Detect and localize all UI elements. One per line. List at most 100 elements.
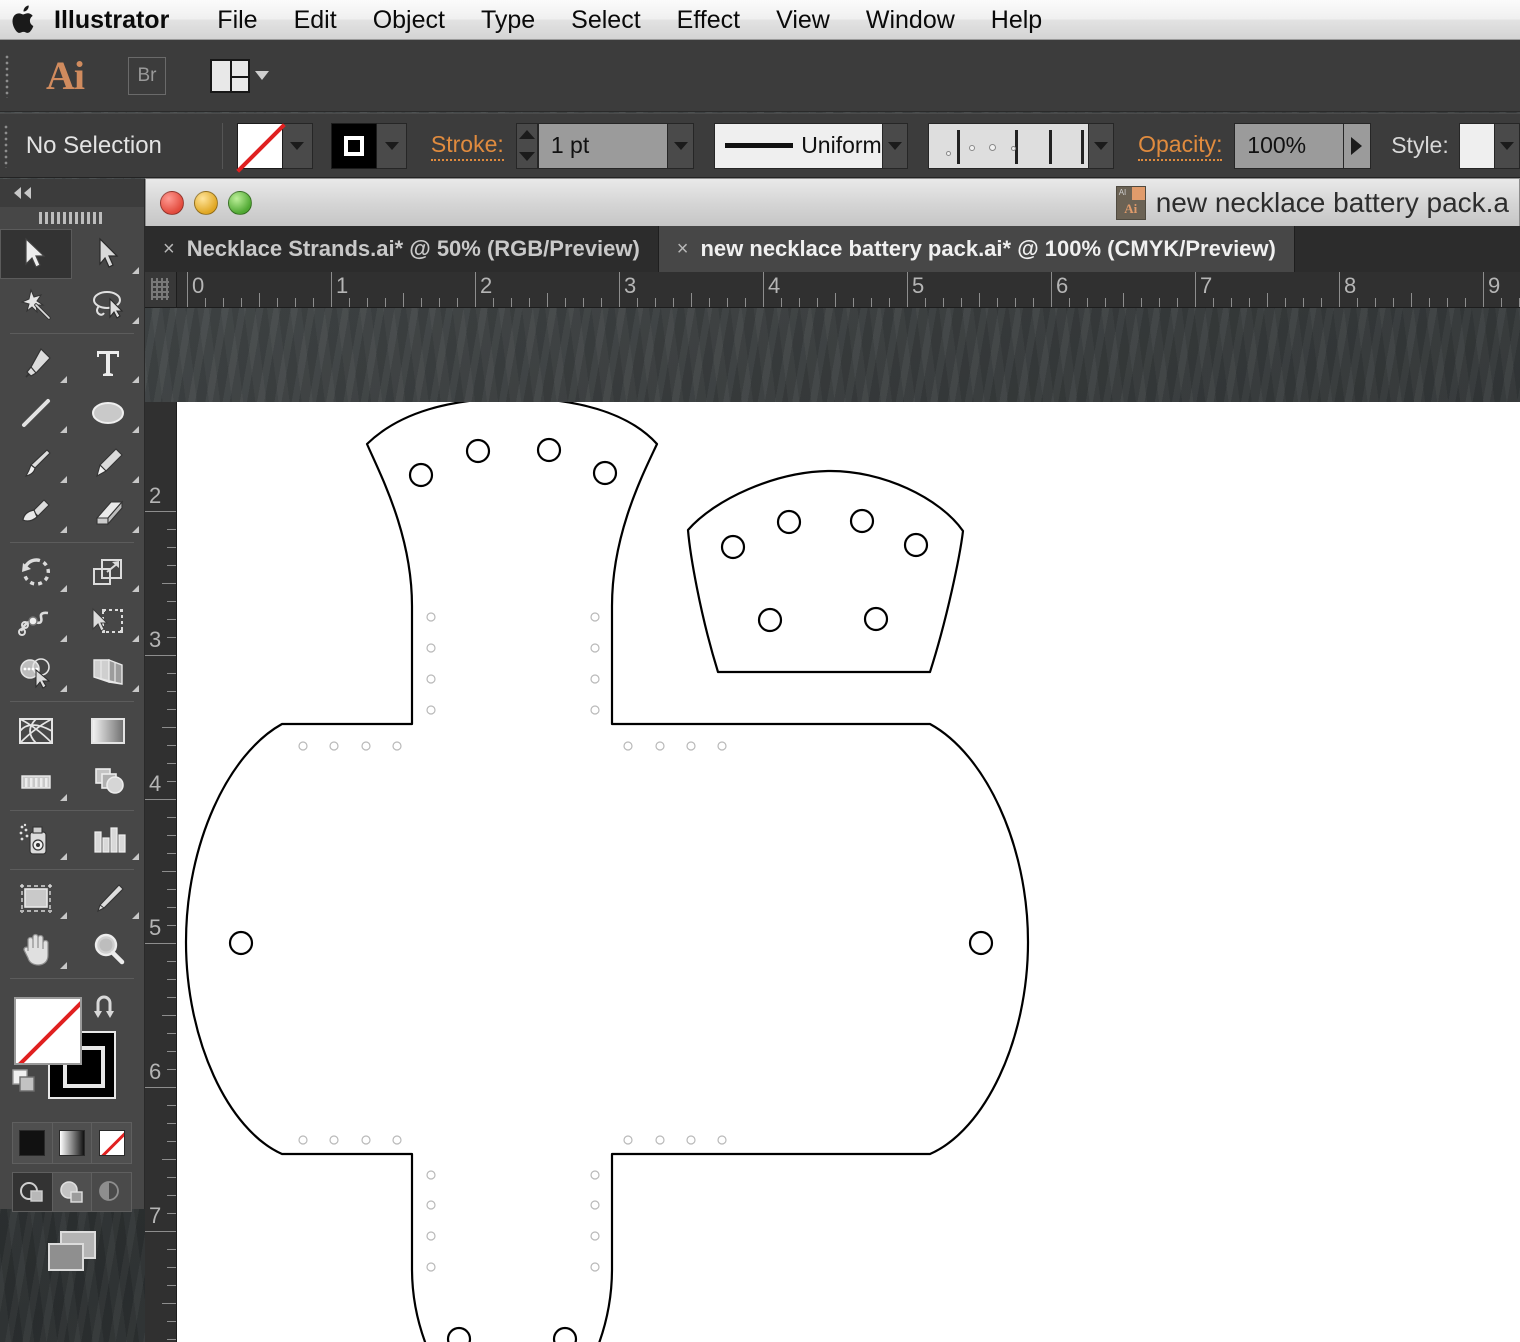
- menu-view[interactable]: View: [758, 0, 848, 40]
- scale-tool[interactable]: [72, 547, 144, 597]
- menu-type[interactable]: Type: [463, 0, 553, 40]
- menu-file[interactable]: File: [199, 0, 275, 40]
- direct-selection-tool[interactable]: [72, 229, 144, 279]
- collapse-panel-button[interactable]: [0, 179, 144, 207]
- symbol-sprayer-tool[interactable]: [0, 815, 72, 865]
- eraser-tool[interactable]: [72, 488, 144, 538]
- zoom-tool[interactable]: [72, 924, 144, 974]
- tab-new-necklace-battery-pack[interactable]: × new necklace battery pack.ai* @ 100% (…: [659, 226, 1295, 272]
- ruler-subtick: [167, 745, 176, 746]
- brush-definition-dropdown-button[interactable]: [1089, 123, 1114, 169]
- stepper-down-icon[interactable]: [519, 152, 535, 161]
- ruler-subtick: [167, 547, 176, 548]
- trapezoid-lid-shape[interactable]: [688, 471, 963, 672]
- ruler-origin-corner[interactable]: [145, 272, 177, 308]
- ruler-subtick: [162, 1015, 176, 1016]
- paintbrush-tool[interactable]: [0, 438, 72, 488]
- apple-logo-icon[interactable]: [0, 5, 46, 35]
- change-screen-mode-button[interactable]: [0, 1226, 144, 1276]
- hand-tool[interactable]: [0, 924, 72, 974]
- blob-brush-tool[interactable]: [0, 488, 72, 538]
- stroke-weight-dropdown-button[interactable]: [668, 123, 693, 169]
- horizontal-ruler[interactable]: 0123456789: [177, 272, 1520, 308]
- appbar-grip[interactable]: [0, 40, 14, 111]
- ruler-subtick: [1303, 298, 1304, 307]
- close-icon[interactable]: ×: [677, 238, 689, 261]
- eyedropper-tool[interactable]: [0, 756, 72, 806]
- blend-tool[interactable]: [72, 756, 144, 806]
- tools-panel-grip[interactable]: [0, 207, 144, 229]
- draw-behind-button[interactable]: [53, 1173, 93, 1211]
- mesh-tool[interactable]: [0, 706, 72, 756]
- brush-definition-preview[interactable]: [928, 123, 1089, 169]
- rotate-tool[interactable]: [0, 547, 72, 597]
- minimize-button[interactable]: [194, 191, 218, 215]
- stepper-up-icon[interactable]: [519, 130, 535, 139]
- stroke-weight-stepper[interactable]: [516, 123, 538, 169]
- color-mode-button[interactable]: [13, 1123, 53, 1163]
- close-button[interactable]: [160, 191, 184, 215]
- slice-tool[interactable]: [72, 874, 144, 924]
- selection-tool[interactable]: [0, 229, 72, 279]
- menu-edit[interactable]: Edit: [276, 0, 355, 40]
- vertical-ruler[interactable]: 234567: [145, 402, 177, 1342]
- type-tool[interactable]: [72, 338, 144, 388]
- default-fill-stroke-icon[interactable]: [12, 1069, 40, 1100]
- lasso-tool[interactable]: [72, 279, 144, 329]
- menu-window[interactable]: Window: [848, 0, 973, 40]
- free-transform-tool[interactable]: [72, 597, 144, 647]
- ellipse-tool[interactable]: [72, 388, 144, 438]
- graphic-style-dropdown-button[interactable]: [1495, 123, 1520, 169]
- stroke-label[interactable]: Stroke:: [431, 131, 504, 161]
- draw-normal-button[interactable]: [13, 1173, 53, 1211]
- close-icon[interactable]: ×: [163, 238, 175, 261]
- artboard-canvas[interactable]: [177, 402, 1520, 1342]
- pen-tool[interactable]: [0, 338, 72, 388]
- stroke-swatch-group[interactable]: [331, 123, 407, 169]
- stroke-swatch[interactable]: [331, 123, 377, 169]
- draw-inside-button[interactable]: [92, 1173, 131, 1211]
- graphic-style-swatch[interactable]: [1459, 123, 1495, 169]
- fill-dropdown-button[interactable]: [283, 123, 313, 169]
- ruler-subtick: [167, 1267, 176, 1268]
- shape-builder-tool[interactable]: [0, 647, 72, 697]
- pencil-tool[interactable]: [72, 438, 144, 488]
- arrange-documents-button[interactable]: [210, 59, 269, 93]
- chevron-down-icon: [255, 71, 269, 80]
- fill-proxy-swatch[interactable]: [14, 997, 82, 1065]
- opacity-field[interactable]: 100%: [1234, 123, 1344, 169]
- tab-necklace-strands[interactable]: × Necklace Strands.ai* @ 50% (RGB/Previe…: [145, 226, 659, 272]
- width-profile-select[interactable]: Uniform: [714, 123, 883, 169]
- perspective-grid-tool[interactable]: [72, 647, 144, 697]
- ruler-subtick: [565, 298, 566, 307]
- document-title-bar[interactable]: AIAi new necklace battery pack.a: [145, 178, 1520, 226]
- bridge-button[interactable]: Br: [128, 57, 166, 95]
- none-mode-button[interactable]: [92, 1123, 131, 1163]
- ruler-subtick: [167, 673, 176, 674]
- stroke-dropdown-button[interactable]: [377, 123, 407, 169]
- menu-help[interactable]: Help: [973, 0, 1060, 40]
- menu-effect[interactable]: Effect: [659, 0, 758, 40]
- magic-wand-tool[interactable]: [0, 279, 72, 329]
- width-tool[interactable]: [0, 597, 72, 647]
- color-mode-buttons: [12, 1122, 132, 1164]
- ruler-subtick: [1087, 298, 1088, 307]
- fill-swatch[interactable]: [237, 123, 283, 169]
- gradient-tool[interactable]: [72, 706, 144, 756]
- menu-illustrator[interactable]: Illustrator: [46, 0, 199, 40]
- artboard-tool[interactable]: [0, 874, 72, 924]
- swap-fill-stroke-icon[interactable]: [92, 995, 126, 1026]
- controlbar-grip[interactable]: [0, 114, 12, 177]
- column-graph-tool[interactable]: [72, 815, 144, 865]
- stroke-weight-field[interactable]: 1 pt: [538, 123, 669, 169]
- fill-swatch-group[interactable]: [237, 123, 313, 169]
- menu-object[interactable]: Object: [355, 0, 463, 40]
- gradient-mode-button[interactable]: [53, 1123, 93, 1163]
- line-segment-tool[interactable]: [0, 388, 72, 438]
- zoom-button[interactable]: [228, 191, 252, 215]
- opacity-flyout-button[interactable]: [1344, 123, 1371, 169]
- opacity-label[interactable]: Opacity:: [1138, 131, 1222, 161]
- width-profile-dropdown-button[interactable]: [883, 123, 908, 169]
- menu-select[interactable]: Select: [553, 0, 658, 40]
- ruler-subtick: [167, 961, 176, 962]
